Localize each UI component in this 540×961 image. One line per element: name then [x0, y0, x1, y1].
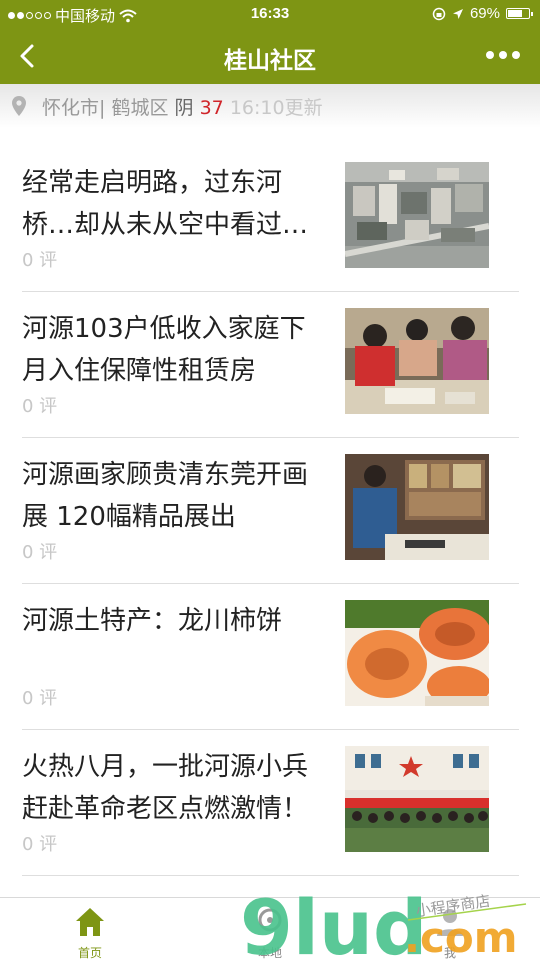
location-icon: [258, 908, 282, 932]
news-title: 河源103户低收入家庭下月入住保障性租赁房: [22, 314, 306, 386]
home-icon: [76, 908, 104, 936]
status-right: 69%: [432, 5, 533, 22]
carrier-label: 中国移动: [55, 8, 116, 25]
comment-count: 0 评: [22, 542, 58, 563]
news-title: 经常走启明路，过东河桥…却从未从空中看过…: [22, 168, 309, 240]
more-options-icon[interactable]: [486, 51, 520, 59]
wifi-icon: [119, 9, 137, 22]
comment-count: 0 评: [22, 396, 58, 417]
location-text: 怀化市| 鹤城区 阴 37 16:10更新: [42, 97, 323, 119]
news-item[interactable]: 河源103户低收入家庭下月入住保障性租赁房 0 评: [22, 292, 519, 438]
news-thumbnail: [345, 454, 489, 560]
status-bar: 中国移动 16:33 69%: [0, 0, 540, 28]
temperature-label: 37: [199, 97, 224, 119]
comment-count: 0 评: [22, 834, 58, 855]
status-left: 中国移动: [8, 5, 137, 26]
tab-bar: 首页 本地 我: [0, 897, 540, 961]
user-icon: [437, 909, 463, 936]
news-thumbnail: [345, 308, 489, 414]
map-pin-icon: [12, 96, 26, 116]
tab-home-label: 首页: [77, 946, 102, 960]
location-arrow-icon: [452, 8, 463, 19]
news-title: 河源土特产：龙川柿饼: [22, 606, 283, 636]
news-thumbnail: [345, 600, 489, 706]
nav-bar: 桂山社区: [0, 28, 540, 84]
tab-local[interactable]: 本地: [220, 898, 320, 961]
battery-icon: [506, 8, 533, 19]
comment-count: 0 评: [22, 688, 58, 709]
location-bar[interactable]: 怀化市| 鹤城区 阴 37 16:10更新: [0, 84, 540, 128]
tab-me[interactable]: 我: [400, 898, 500, 961]
news-thumbnail: [345, 162, 489, 268]
news-item[interactable]: 火热八月，一批河源小兵赶赴革命老区点燃激情！ 0 评: [22, 730, 519, 876]
district-label: 鹤城区: [111, 97, 169, 119]
news-title: 河源画家顾贵清东莞开画展 120幅精品展出: [22, 460, 309, 532]
news-title: 火热八月，一批河源小兵赶赴革命老区点燃激情！: [22, 752, 309, 824]
updated-label: 16:10更新: [229, 97, 323, 119]
page-title: 桂山社区: [224, 48, 316, 74]
rotation-lock-icon: [432, 7, 446, 20]
city-label: 怀化市: [42, 97, 100, 119]
tab-local-label: 本地: [257, 946, 282, 960]
battery-percent: 69%: [469, 5, 500, 22]
news-thumbnail: [345, 746, 489, 852]
comment-count: 0 评: [22, 250, 58, 271]
weather-label: 阴: [174, 97, 194, 119]
tab-home[interactable]: 首页: [40, 898, 140, 961]
signal-icon: [8, 12, 51, 19]
news-item[interactable]: 河源土特产：龙川柿饼 0 评: [22, 584, 519, 730]
news-item[interactable]: 河源画家顾贵清东莞开画展 120幅精品展出 0 评: [22, 438, 519, 584]
news-item[interactable]: 经常走启明路，过东河桥…却从未从空中看过… 0 评: [22, 146, 519, 292]
tab-me-label: 我: [443, 946, 456, 960]
